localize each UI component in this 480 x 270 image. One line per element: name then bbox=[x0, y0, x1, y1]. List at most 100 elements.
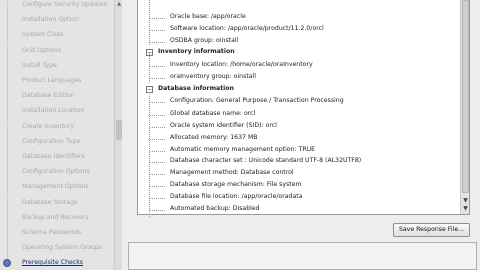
tree-item: Automatic memory management option: TRUE bbox=[138, 146, 458, 156]
tree-branch-icon bbox=[150, 78, 165, 79]
tree-branch-icon bbox=[150, 127, 165, 128]
tree-row-text: Inventory location: /home/oracle/oraInve… bbox=[170, 61, 313, 68]
tree-branch-icon bbox=[150, 174, 165, 175]
step-item[interactable]: Database Storage bbox=[0, 196, 114, 214]
tree-row-text: OSDBA group: oinstall bbox=[170, 37, 239, 44]
step-label: System Class bbox=[22, 31, 64, 39]
tree-item: Software location: /app/oracle/product/1… bbox=[138, 25, 458, 35]
step-label: Product Languages bbox=[22, 77, 82, 84]
tree-branch-icon bbox=[150, 210, 165, 211]
step-item[interactable]: System Class bbox=[0, 28, 114, 47]
tree-item: Database storage mechanism: File system bbox=[138, 181, 458, 191]
tree-branch-icon bbox=[150, 198, 165, 199]
tree-item: OSDBA group: oinstall bbox=[138, 37, 458, 47]
step-label: Management Options bbox=[22, 183, 89, 191]
step-item[interactable]: Backup and Recovery bbox=[0, 211, 114, 229]
current-step-icon bbox=[3, 259, 11, 268]
step-item[interactable]: Installation Option bbox=[0, 13, 114, 32]
tree-branch-icon bbox=[150, 115, 165, 116]
tree-item: Database file location: /app/oracle/orad… bbox=[138, 193, 458, 203]
save-response-file-button[interactable]: Save Response File... bbox=[393, 223, 470, 237]
tree-item: Database character set : Unicode standar… bbox=[138, 157, 458, 167]
tree-row-text: Inventory information bbox=[158, 48, 235, 55]
step-label: Backup and Recovery bbox=[22, 213, 89, 221]
tree-row-text: Software location: /app/oracle/product/1… bbox=[170, 25, 324, 32]
step-item[interactable]: Configuration Type bbox=[0, 135, 114, 153]
step-label: Operating System Groups bbox=[22, 244, 103, 252]
steps-scrollbar[interactable]: ▲ bbox=[114, 0, 122, 270]
step-label: Configure Security Updates bbox=[22, 1, 107, 8]
steps-scroll-thumb[interactable] bbox=[116, 120, 122, 140]
tree-branch-icon bbox=[150, 42, 165, 43]
step-label: Database Identifiers bbox=[22, 153, 85, 160]
tree-row-text: Configuration: General Purpose / Transac… bbox=[170, 97, 344, 104]
tree-item: oraInventory group: oinstall bbox=[138, 73, 458, 83]
summary-tree: Oracle base: /app/oracle Software locatio… bbox=[137, 0, 470, 217]
summary-scroll-thumb[interactable] bbox=[462, 0, 469, 193]
step-label: Create Inventory bbox=[22, 122, 75, 130]
tree-item: Inventory location: /home/oracle/oraInve… bbox=[138, 61, 458, 71]
scroll-up-arrow-icon[interactable]: ▲ bbox=[116, 1, 122, 7]
tree-item: Oracle system identifier (SID): orcl bbox=[138, 122, 458, 132]
tree-section[interactable]: − Database information bbox=[138, 85, 458, 95]
tree-row-text: Automatic memory management option: TRUE bbox=[170, 146, 316, 153]
step-item[interactable]: Configuration Options bbox=[0, 165, 114, 184]
step-item[interactable]: Installation Location bbox=[0, 104, 114, 123]
tree-row-text: Global database name: orcl bbox=[170, 110, 256, 117]
step-item[interactable]: Operating System Groups bbox=[0, 241, 114, 260]
step-item[interactable]: Grid Options bbox=[0, 44, 114, 62]
tree-branch-icon bbox=[150, 18, 165, 19]
tree-item: Oracle base: /app/oracle bbox=[138, 13, 458, 23]
scroll-down-arrow-icon[interactable]: ▼ bbox=[461, 197, 470, 205]
step-label: Configuration Type bbox=[22, 137, 81, 145]
step-item[interactable]: Product Languages bbox=[0, 74, 114, 92]
tree-row-text: Database character set : Unicode standar… bbox=[170, 157, 362, 164]
tree-row-text: Automated backup: Disabled bbox=[170, 205, 260, 212]
details-box bbox=[128, 242, 477, 270]
tree-item: Management method: Database control bbox=[138, 169, 458, 179]
step-label: Installation Location bbox=[22, 107, 85, 115]
step-item[interactable]: Install Type bbox=[0, 59, 114, 77]
step-label: Database Storage bbox=[22, 198, 78, 206]
step-label: Configuration Options bbox=[22, 168, 90, 176]
tree-item: Automated backup: Disabled bbox=[138, 205, 458, 215]
step-label: Prerequisite Checks bbox=[22, 259, 84, 267]
tree-branch-icon bbox=[150, 102, 165, 103]
tree-item: Allocated memory: 1637 MB bbox=[138, 134, 458, 144]
steps-panel: Configure Security Updates Installation O… bbox=[0, 0, 114, 270]
tree-branch-icon bbox=[150, 186, 165, 187]
step-label: Installation Option bbox=[22, 16, 79, 24]
tree-guide-icon bbox=[149, 92, 150, 217]
step-item[interactable]: Create Inventory bbox=[0, 120, 114, 138]
tree-row-text: Allocated memory: 1637 MB bbox=[170, 134, 258, 141]
summary-scrollbar[interactable]: ▼ ▼ bbox=[460, 0, 469, 214]
tree-row-text: Database information bbox=[158, 85, 234, 92]
tree-branch-icon bbox=[150, 162, 165, 163]
scroll-down-end-icon[interactable]: ▼ bbox=[461, 205, 470, 213]
tree-row-text: Oracle base: /app/oracle bbox=[170, 13, 246, 20]
step-label: Install Type bbox=[22, 61, 57, 69]
step-item[interactable]: Database Edition bbox=[0, 89, 114, 108]
step-label: Schema Passwords bbox=[22, 229, 81, 236]
step-item[interactable]: Schema Passwords bbox=[0, 226, 114, 244]
tree-row-text: Management method: Database control bbox=[170, 169, 294, 176]
tree-branch-icon bbox=[150, 66, 165, 67]
tree-section[interactable]: − Inventory information bbox=[138, 48, 458, 58]
tree-branch-icon bbox=[150, 139, 165, 140]
tree-branch-icon bbox=[150, 30, 165, 31]
tree-row-text: oraInventory group: oinstall bbox=[170, 73, 256, 80]
tree-branch-icon bbox=[150, 151, 165, 152]
step-label: Grid Options bbox=[22, 46, 61, 54]
tree-row-text: Oracle system identifier (SID): orcl bbox=[170, 122, 277, 129]
tree-item: Global database name: orcl bbox=[138, 110, 458, 120]
step-item[interactable]: Database Identifiers bbox=[0, 150, 114, 168]
step-item[interactable]: Prerequisite Checks bbox=[0, 256, 114, 270]
tree-row-text: Database file location: /app/oracle/orad… bbox=[170, 193, 303, 200]
step-item[interactable]: Configure Security Updates bbox=[0, 0, 114, 16]
step-item[interactable]: Management Options bbox=[0, 180, 114, 199]
tree-guide-icon bbox=[149, 0, 150, 45]
step-label: Database Edition bbox=[22, 92, 75, 100]
tree-row-text: Database storage mechanism: File system bbox=[170, 181, 302, 188]
tree-item: Configuration: General Purpose / Transac… bbox=[138, 97, 458, 107]
tree-guide-icon bbox=[149, 53, 150, 83]
